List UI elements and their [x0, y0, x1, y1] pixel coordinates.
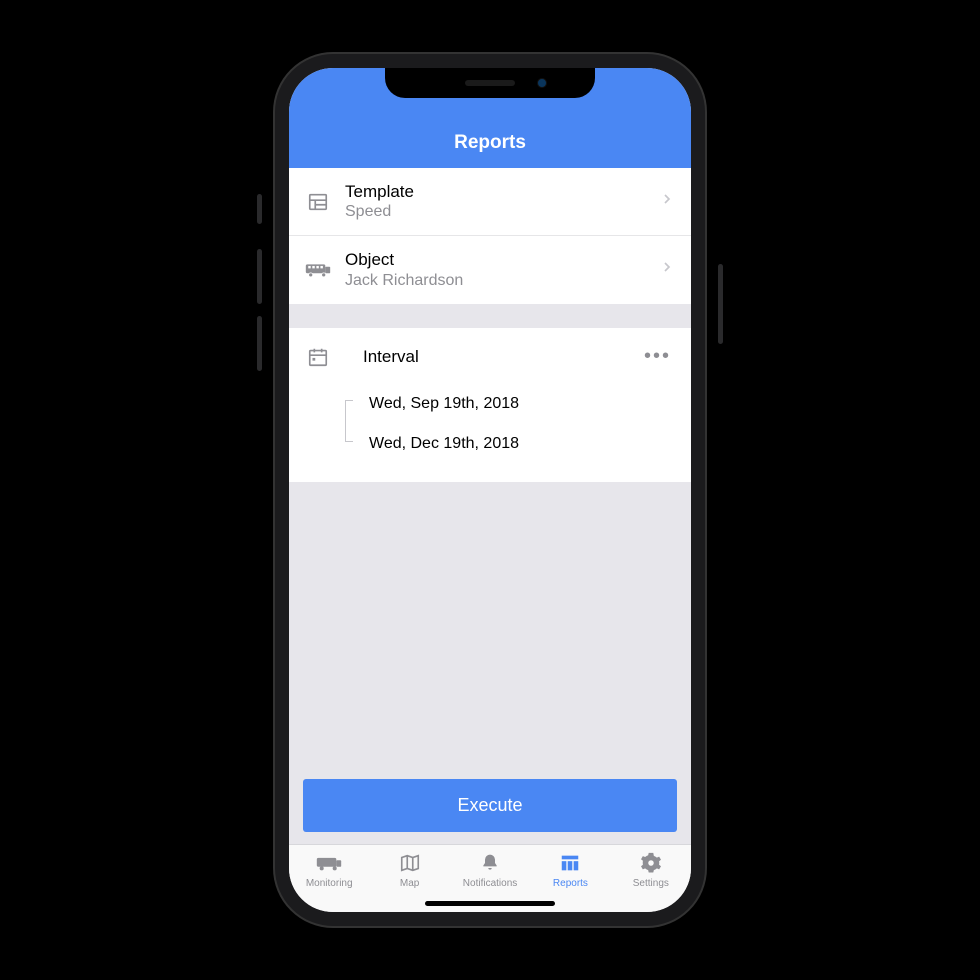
- execute-button[interactable]: Execute: [303, 779, 677, 832]
- tab-label: Reports: [553, 878, 588, 889]
- object-title: Object: [345, 249, 659, 270]
- bus-icon: [316, 851, 342, 875]
- phone-notch: [385, 68, 595, 98]
- interval-title: Interval: [345, 347, 640, 367]
- reports-icon: [557, 851, 583, 875]
- section-gap: [289, 304, 691, 328]
- tab-label: Map: [400, 878, 419, 889]
- interval-bracket: [345, 384, 346, 458]
- gear-icon: [638, 851, 664, 875]
- tab-label: Settings: [633, 878, 669, 889]
- object-row[interactable]: Object Jack Richardson: [289, 236, 691, 303]
- calendar-icon: [305, 344, 331, 370]
- tab-settings[interactable]: Settings: [611, 851, 691, 912]
- interval-section: Interval ••• Wed, Sep 19th, 2018 Wed, De…: [289, 328, 691, 482]
- more-icon[interactable]: •••: [640, 345, 675, 368]
- tab-label: Monitoring: [306, 878, 353, 889]
- template-title: Template: [345, 181, 659, 202]
- phone-frame: Reports Template Speed: [275, 54, 705, 926]
- bell-icon: [477, 851, 503, 875]
- interval-end-date[interactable]: Wed, Dec 19th, 2018: [353, 424, 675, 464]
- app-screen: Reports Template Speed: [289, 68, 691, 912]
- chevron-right-icon: [659, 191, 675, 212]
- object-value: Jack Richardson: [345, 271, 659, 291]
- map-icon: [397, 851, 423, 875]
- interval-start-date[interactable]: Wed, Sep 19th, 2018: [353, 384, 675, 424]
- bus-icon: [305, 257, 331, 283]
- page-title: Reports: [454, 132, 526, 154]
- template-row[interactable]: Template Speed: [289, 168, 691, 236]
- template-value: Speed: [345, 202, 659, 222]
- home-indicator[interactable]: [425, 901, 555, 906]
- config-section: Template Speed: [289, 168, 691, 304]
- tab-label: Notifications: [463, 878, 517, 889]
- tab-monitoring[interactable]: Monitoring: [289, 851, 369, 912]
- chevron-right-icon: [659, 259, 675, 280]
- template-icon: [305, 189, 331, 215]
